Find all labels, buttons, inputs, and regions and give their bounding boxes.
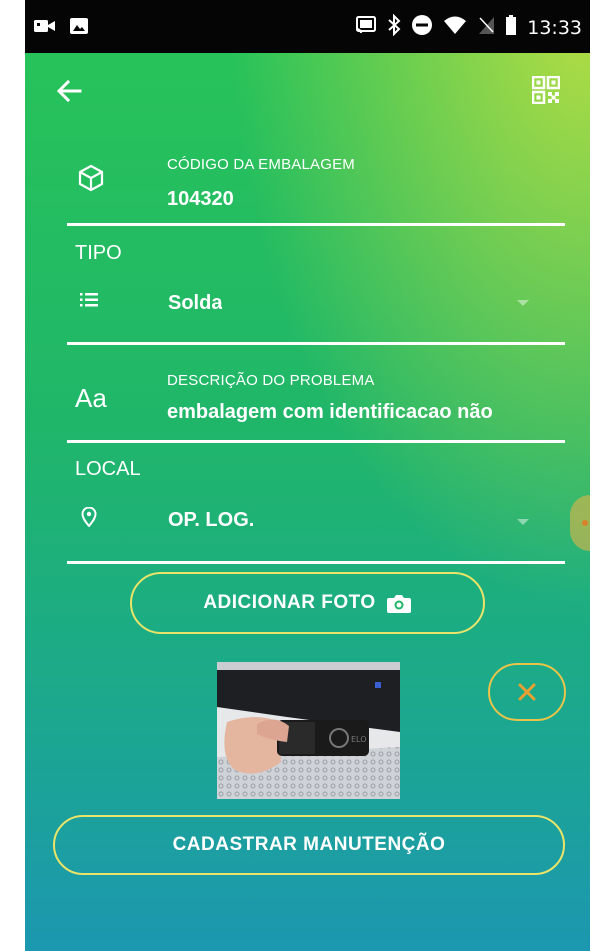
add-photo-label: ADICIONAR FOTO: [203, 592, 376, 613]
divider: [67, 440, 565, 443]
cube-icon: [78, 164, 104, 197]
divider: [67, 561, 565, 564]
floating-handle[interactable]: [570, 495, 590, 551]
status-time: 13:33: [527, 16, 582, 39]
tipo-select[interactable]: Solda: [25, 280, 590, 335]
codigo-value: 104320: [167, 188, 234, 210]
qr-code-icon[interactable]: [531, 75, 561, 105]
remove-photo-button[interactable]: [488, 663, 566, 721]
descricao-value: embalagem com identificacao não: [167, 401, 493, 423]
tipo-label: TIPO: [75, 242, 122, 264]
battery-icon: [505, 14, 517, 41]
app-screen: 13:33 CÓDIGO DA EMBALAGEM 104320 TIPO So…: [25, 0, 590, 951]
local-label: LOCAL: [75, 458, 141, 480]
arrow-left-icon[interactable]: [50, 71, 90, 111]
text-format-icon: Aa: [75, 383, 107, 413]
divider: [67, 342, 565, 345]
descricao-label: DESCRIÇÃO DO PROBLEMA: [167, 372, 375, 389]
descricao-field[interactable]: Aa DESCRIÇÃO DO PROBLEMA embalagem com i…: [25, 365, 590, 435]
local-value: OP. LOG.: [168, 509, 255, 531]
wifi-icon: [443, 15, 467, 40]
codigo-field[interactable]: CÓDIGO DA EMBALAGEM 104320: [25, 150, 590, 220]
divider: [67, 223, 565, 226]
close-icon: [518, 683, 536, 701]
add-photo-button[interactable]: ADICIONAR FOTO: [130, 572, 485, 634]
chevron-down-icon: [517, 300, 529, 306]
submit-label: CADASTRAR MANUTENÇÃO: [172, 834, 446, 855]
codigo-label: CÓDIGO DA EMBALAGEM: [167, 156, 356, 173]
location-pin-icon: [81, 506, 97, 532]
image-notification-icon: [69, 17, 89, 39]
status-bar: 13:33: [25, 0, 590, 53]
no-sim-icon: [477, 15, 495, 40]
chevron-down-icon: [517, 519, 529, 525]
tipo-value: Solda: [168, 292, 223, 314]
bluetooth-icon: [387, 13, 401, 41]
list-icon: [80, 293, 98, 312]
do-not-disturb-icon: [411, 14, 433, 41]
cast-icon: [355, 15, 377, 40]
svg-text:ELO: ELO: [351, 735, 367, 744]
submit-maintenance-button[interactable]: CADASTRAR MANUTENÇÃO: [53, 815, 565, 875]
photo-thumbnail: ELO: [217, 662, 400, 799]
camera-icon: [386, 592, 412, 614]
video-notification-icon: [33, 17, 57, 39]
local-select[interactable]: OP. LOG.: [25, 495, 590, 550]
app-bar: [25, 63, 590, 123]
